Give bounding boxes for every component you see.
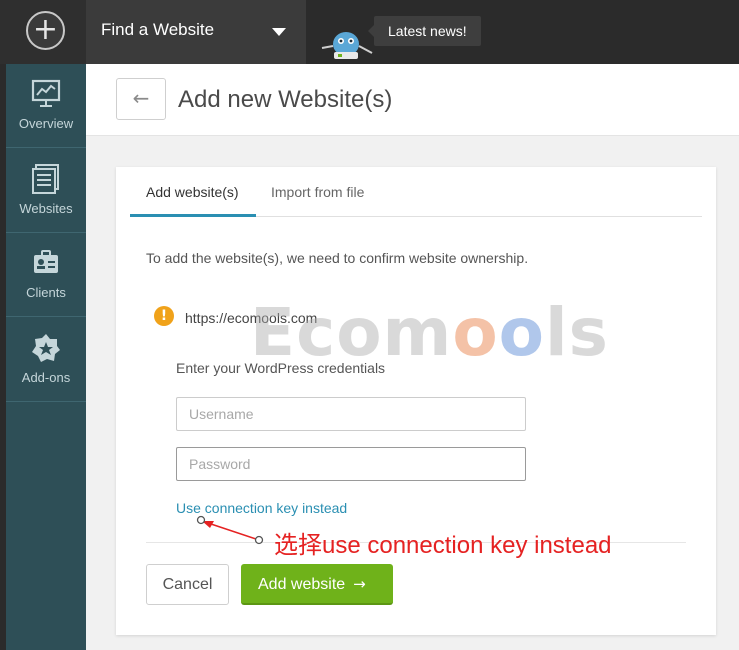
tab-bar: Add website(s) Import from file [130, 167, 702, 217]
tab-import-from-file[interactable]: Import from file [271, 184, 364, 200]
ownership-intro-text: To add the website(s), we need to confir… [146, 250, 529, 266]
add-website-label: Add website [258, 576, 346, 593]
sidebar-nav: Overview Websites Clients Add-ons [6, 64, 86, 650]
add-cell: + [0, 0, 86, 64]
back-button[interactable]: ← [116, 78, 166, 120]
websites-list-icon [32, 164, 59, 194]
watermark-text-pre: Ecom [250, 294, 453, 371]
sidebar-item-websites[interactable]: Websites [6, 149, 86, 233]
sidebar: Overview Websites Clients Add-ons [0, 64, 86, 650]
sidebar-item-label: Add-ons [21, 370, 71, 385]
password-input[interactable] [176, 447, 526, 481]
sidebar-item-clients[interactable]: Clients [6, 233, 86, 317]
ecomools-watermark: Ecomools [250, 294, 609, 371]
cancel-button[interactable]: Cancel [146, 564, 229, 605]
annotation-label: 选择use connection key instead [274, 532, 612, 559]
sidebar-item-overview[interactable]: Overview [6, 64, 86, 148]
use-connection-key-link[interactable]: Use connection key instead [176, 500, 347, 516]
clients-badge-icon [34, 250, 58, 273]
site-selector-label: Find a Website [101, 20, 215, 39]
active-tab-indicator [130, 214, 256, 217]
overview-chart-icon [31, 79, 61, 107]
warning-icon: ! [154, 306, 174, 326]
page-title: Add new Website(s) [178, 86, 393, 113]
top-bar: + Find a Website Latest news! [0, 0, 739, 64]
watermark-text-post: ls [545, 294, 609, 371]
sidebar-item-addons[interactable]: Add-ons [6, 318, 86, 402]
sidebar-item-label: Clients [26, 285, 66, 300]
addons-star-icon [32, 334, 60, 362]
sidebar-item-label: Websites [19, 201, 73, 216]
tab-add-websites[interactable]: Add website(s) [146, 184, 239, 200]
watermark-o-orange: o [452, 294, 499, 371]
username-input[interactable] [176, 397, 526, 431]
site-selector[interactable]: Find a Website [86, 0, 306, 64]
add-website-button[interactable]: Add website → [241, 564, 393, 605]
chevron-down-icon [272, 28, 286, 36]
plus-icon[interactable]: + [26, 11, 65, 50]
arrow-right-icon: → [353, 575, 366, 593]
page-header: ← Add new Website(s) [86, 64, 739, 136]
sidebar-item-label: Overview [18, 116, 74, 131]
latest-news-button[interactable]: Latest news! [368, 16, 481, 46]
add-website-card: Add website(s) Import from file To add t… [116, 167, 716, 635]
watermark-o-blue: o [498, 294, 546, 371]
